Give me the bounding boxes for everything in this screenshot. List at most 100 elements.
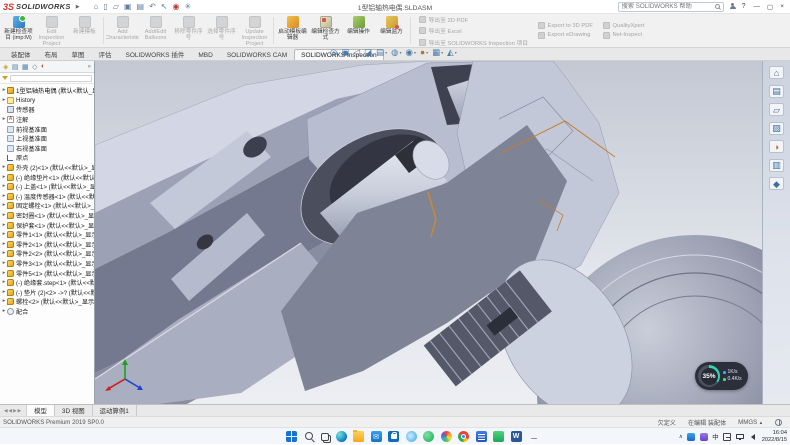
tree-item-history[interactable]: History: [0, 96, 94, 106]
tree-item-component[interactable]: (-) 垫片 (2)<2> ->? (默认<<默认>: [0, 287, 94, 297]
tree-item-front-plane[interactable]: 前视基准面: [0, 124, 94, 134]
search-icon[interactable]: [304, 431, 315, 442]
tree-item-top-plane[interactable]: 上视基准面: [0, 134, 94, 144]
tray-expand-icon[interactable]: ∧: [679, 434, 683, 440]
tree-root-item[interactable]: 1型铝轴热电偶 (默认<默认_显示状态-1: [0, 86, 94, 96]
view-orientation-icon[interactable]: ▤▾: [376, 48, 387, 57]
mail-icon[interactable]: [371, 431, 382, 442]
tree-item-component[interactable]: 保护套<1> (默认<<默认>_显示状: [0, 220, 94, 230]
tree-item-component[interactable]: (-) 上盖<1> (默认<<默认>_显示状: [0, 182, 94, 192]
tray-shield-icon[interactable]: [700, 433, 708, 441]
launch-template-editor-button[interactable]: 启动模板编辑器: [276, 14, 309, 47]
overflow-tab-icon[interactable]: »: [88, 64, 91, 70]
zoom-fit-icon[interactable]: ◎: [330, 48, 337, 57]
propertymanager-tab-icon[interactable]: ▤: [12, 63, 19, 71]
login-user-icon[interactable]: [729, 3, 737, 11]
edit-inspection-methods-button[interactable]: 编辑检查方式: [309, 14, 342, 47]
performance-overlay-widget[interactable]: 35% 1K/s 0.4K/s: [695, 362, 748, 390]
new-inspection-project-button[interactable]: 新建检查项目 (imp:M): [2, 14, 35, 47]
dimxpert-tab-icon[interactable]: ◇: [32, 63, 37, 71]
close-button[interactable]: ×: [780, 3, 784, 11]
appearances-tab-icon[interactable]: ◑: [769, 140, 784, 153]
file-explorer-tab-icon[interactable]: ▱: [769, 103, 784, 116]
tree-item-component[interactable]: 零件2<2> (默认<<默认>_显示状态: [0, 249, 94, 259]
tree-item-component[interactable]: (-) 绝缘垫片<1> (默认<<默认>_显: [0, 172, 94, 182]
tree-item-component[interactable]: 外壳 (2)<1> (默认<<默认>_显示状: [0, 163, 94, 173]
tab-scroll-buttons[interactable]: ◀◀▶▶: [0, 405, 27, 416]
speaker-icon[interactable]: [748, 434, 755, 440]
view-settings-icon[interactable]: ◭▾: [447, 48, 457, 57]
edit-operations-button[interactable]: 编辑操作: [342, 14, 375, 47]
edit-methods-button[interactable]: 编辑监方: [375, 14, 408, 47]
menu-expand-icon[interactable]: ▶: [76, 4, 80, 10]
onedrive-icon[interactable]: [406, 431, 417, 442]
options-icon[interactable]: ✳: [184, 3, 191, 11]
previous-view-icon[interactable]: ◁: [353, 48, 360, 57]
view-palette-tab-icon[interactable]: ▨: [769, 122, 784, 135]
minimize-button[interactable]: —: [754, 3, 761, 11]
maximize-button[interactable]: ▢: [767, 3, 773, 11]
custom-properties-tab-icon[interactable]: ▥: [769, 159, 784, 172]
chrome-icon[interactable]: [458, 431, 469, 442]
tab-sketch[interactable]: 草图: [65, 46, 92, 60]
unit-system-selector[interactable]: MMGS ▲: [738, 419, 763, 426]
help-icon[interactable]: ?: [742, 3, 746, 10]
ime-mode-icon[interactable]: [723, 433, 731, 441]
print-icon[interactable]: ▤: [137, 3, 145, 11]
tab-motion-study[interactable]: 运动算例1: [93, 405, 137, 416]
tree-filter-input[interactable]: [10, 75, 92, 82]
forum-tab-icon[interactable]: ◆: [769, 177, 784, 190]
tree-item-component[interactable]: 密封圈<1> (默认<<默认>_显示状: [0, 211, 94, 221]
tab-addins[interactable]: SOLIDWORKS 插件: [119, 46, 192, 60]
open-icon[interactable]: ▱: [113, 3, 119, 11]
edge-icon[interactable]: [336, 431, 347, 442]
edit-appearance-icon[interactable]: ●▾: [420, 48, 428, 57]
displaymanager-tab-icon[interactable]: ◐: [41, 63, 45, 70]
tree-item-component[interactable]: (-) 绝缘套.step<1> (默认<<默认: [0, 278, 94, 288]
globe-icon[interactable]: [775, 419, 782, 426]
tree-item-component[interactable]: 零件2<1> (默认<<默认>_显示状态: [0, 240, 94, 250]
green-app-icon[interactable]: [423, 431, 434, 442]
assembly-model[interactable]: [95, 61, 790, 404]
start-icon[interactable]: [286, 431, 297, 442]
section-view-icon[interactable]: ◪: [364, 48, 372, 57]
dictionary-icon[interactable]: [476, 431, 487, 442]
tab-model[interactable]: 模型: [27, 405, 55, 416]
tree-item-component[interactable]: 固定螺栓<1> (默认<<默认>_显示: [0, 201, 94, 211]
display-tray-icon[interactable]: [736, 434, 744, 440]
apply-scene-icon[interactable]: ▦▾: [432, 48, 443, 57]
tree-item-sensors[interactable]: 传感器: [0, 105, 94, 115]
tree-item-annotations[interactable]: 注解: [0, 115, 94, 125]
home-icon[interactable]: ⌂: [94, 3, 99, 11]
tab-solidworks-cam[interactable]: SOLIDWORKS CAM: [220, 49, 294, 60]
hide-show-icon[interactable]: ◉▾: [406, 48, 416, 57]
photos-icon[interactable]: [441, 431, 452, 442]
word-icon[interactable]: [511, 431, 522, 442]
tree-item-right-plane[interactable]: 右视基准面: [0, 144, 94, 154]
help-search-box[interactable]: [618, 2, 724, 12]
select-icon[interactable]: ↖: [161, 3, 168, 11]
taskbar-clock[interactable]: 16:04 2022/8/15: [762, 430, 787, 442]
store-icon[interactable]: [388, 431, 399, 442]
configurations-tab-icon[interactable]: ▦: [22, 63, 29, 71]
rebuild-icon[interactable]: ◉: [172, 3, 179, 11]
tree-item-component[interactable]: 零件3<1> (默认<<默认>_显示状态: [0, 259, 94, 269]
tab-layout[interactable]: 布局: [38, 46, 65, 60]
tab-mbd[interactable]: MBD: [191, 49, 219, 60]
tree-item-component[interactable]: 螺栓<2> (默认<<默认>_显示状态: [0, 297, 94, 307]
tray-app-icon[interactable]: [687, 433, 695, 441]
design-library-tab-icon[interactable]: ▤: [769, 85, 784, 98]
tree-item-component[interactable]: (-) 温度传感器<1> (默认<<默认>_: [0, 192, 94, 202]
undo-icon[interactable]: ↶: [149, 3, 156, 11]
graphics-viewport[interactable]: [95, 61, 790, 404]
ime-language-indicator[interactable]: 中: [712, 432, 718, 441]
tab-assembly[interactable]: 装配体: [4, 46, 38, 60]
new-document-icon[interactable]: ▯: [103, 3, 107, 11]
resources-tab-icon[interactable]: ⌂: [769, 66, 784, 79]
filter-funnel-icon[interactable]: [2, 76, 8, 80]
tree-item-component[interactable]: 零件5<1> (默认<<默认>_显示状态: [0, 268, 94, 278]
notes-icon[interactable]: [493, 431, 504, 442]
tree-item-mates[interactable]: 配合: [0, 307, 94, 317]
save-icon[interactable]: ▣: [124, 3, 132, 11]
tree-item-origin[interactable]: 原点: [0, 153, 94, 163]
